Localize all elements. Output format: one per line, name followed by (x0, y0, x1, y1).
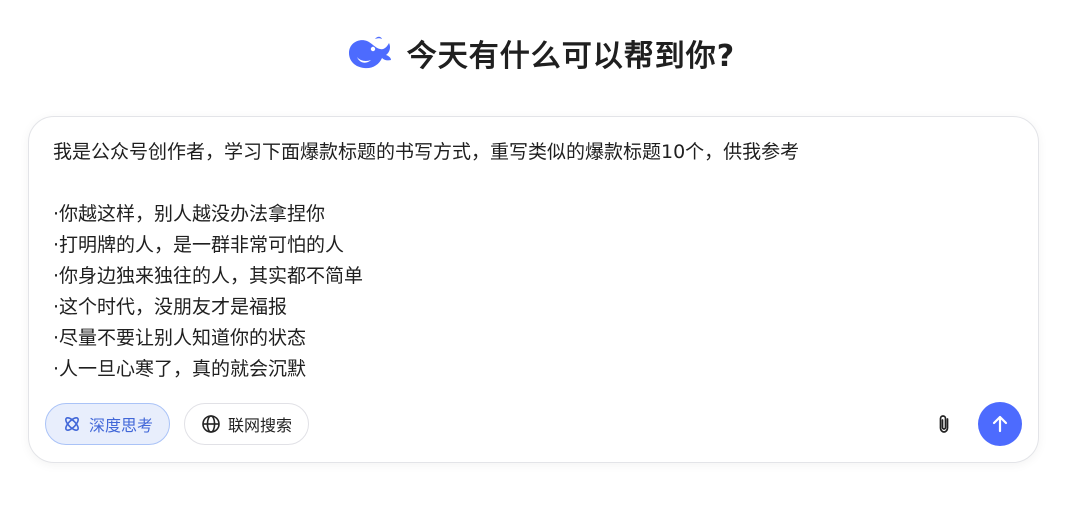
deep-think-label: 深度思考 (89, 416, 154, 435)
prompt-line: ·尽量不要让别人知道你的状态 (53, 327, 307, 349)
deep-think-button[interactable]: 深度思考 (45, 403, 171, 445)
prompt-line: ·你身边独来独往的人，其实都不简单 (53, 265, 364, 287)
prompt-line: 我是公众号创作者，学习下面爆款标题的书写方式，重写类似的爆款标题10个，供我参考 (53, 141, 800, 163)
prompt-input[interactable]: 我是公众号创作者，学习下面爆款标题的书写方式，重写类似的爆款标题10个，供我参考… (53, 137, 1013, 385)
attach-button[interactable] (932, 411, 958, 437)
message-composer[interactable]: 我是公众号创作者，学习下面爆款标题的书写方式，重写类似的爆款标题10个，供我参考… (28, 116, 1039, 463)
prompt-line: ·这个时代，没朋友才是福报 (53, 296, 288, 318)
composer-toolbar: 深度思考 联网搜索 (45, 402, 1022, 446)
arrow-up-icon (992, 415, 1008, 433)
prompt-line (53, 168, 1013, 199)
chat-home: 今天有什么可以帮到你? 我是公众号创作者，学习下面爆款标题的书写方式，重写类似的… (0, 0, 1080, 517)
web-search-button[interactable]: 联网搜索 (184, 403, 310, 445)
prompt-line: ·你越这样，别人越没办法拿捏你 (53, 203, 326, 225)
greeting-title: 今天有什么可以帮到你? (406, 39, 736, 74)
atom-icon (65, 417, 79, 431)
deepseek-whale-icon (348, 36, 391, 69)
prompt-line: ·人一旦心寒了，真的就会沉默 (53, 358, 307, 380)
header: 今天有什么可以帮到你? (0, 28, 1080, 78)
web-search-label: 联网搜索 (228, 416, 293, 435)
send-button[interactable] (978, 402, 1022, 446)
globe-icon (202, 415, 220, 433)
paperclip-icon (939, 415, 949, 433)
prompt-line: ·打明牌的人，是一群非常可怕的人 (53, 234, 345, 256)
